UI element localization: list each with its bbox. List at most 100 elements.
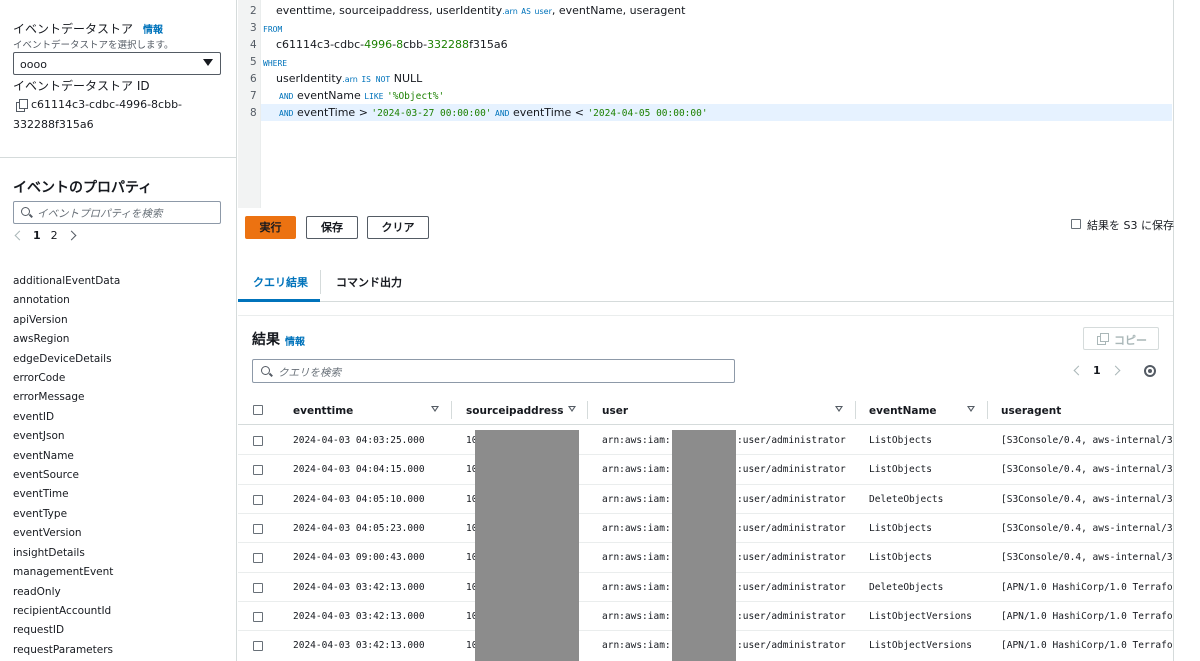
- tab-query-results[interactable]: クエリ結果: [253, 274, 308, 290]
- cell-useragent: [APN/1.0 HashiCorp/1.0 Terraform: [1001, 582, 1173, 593]
- datastore-select-value: oooo: [20, 58, 47, 71]
- datastore-id-label: イベントデータストア ID: [13, 79, 150, 93]
- select-all-checkbox[interactable]: [253, 405, 263, 415]
- chevron-left-icon[interactable]: [14, 230, 25, 241]
- sort-icon[interactable]: [967, 406, 975, 412]
- line-number: 6: [250, 73, 257, 85]
- line-number: 3: [250, 22, 257, 34]
- cell-user-prefix: arn:aws:iam::: [602, 611, 677, 622]
- cell-eventtime: 2024-04-03 04:05:23.000: [293, 523, 425, 534]
- settings-gear-icon[interactable]: [1144, 365, 1156, 377]
- property-item[interactable]: additionalEventData: [13, 272, 120, 291]
- cell-useragent: [S3Console/0.4, aws-internal/3 aw: [1001, 523, 1173, 534]
- copy-icon[interactable]: [16, 99, 28, 112]
- datastore-id-value-cont: 332288f315a6: [13, 118, 94, 131]
- property-item[interactable]: eventID: [13, 408, 120, 427]
- row-checkbox[interactable]: [253, 524, 263, 534]
- property-item[interactable]: eventSource: [13, 466, 120, 485]
- page-2[interactable]: 2: [51, 229, 58, 242]
- code-line-3: FROM: [263, 25, 283, 34]
- tab-separator: [320, 270, 321, 294]
- properties-list: additionalEventData annotation apiVersion a…: [13, 272, 120, 660]
- property-item[interactable]: recipientAccountId: [13, 602, 120, 621]
- property-item[interactable]: annotation: [13, 291, 120, 310]
- save-button[interactable]: 保存: [306, 216, 358, 239]
- property-item[interactable]: edgeDeviceDetails: [13, 350, 120, 369]
- current-page[interactable]: 1: [1093, 364, 1101, 377]
- column-divider[interactable]: [587, 401, 588, 419]
- query-editor[interactable]: 2 eventtime, sourceipaddress, userIdenti…: [238, 0, 1175, 208]
- cell-eventtime: 2024-04-03 04:04:15.000: [293, 464, 425, 475]
- chevron-right-icon[interactable]: [1110, 365, 1121, 376]
- property-item[interactable]: requestID: [13, 621, 120, 640]
- cell-user-suffix: :user/administrator: [737, 582, 846, 593]
- column-divider[interactable]: [987, 401, 988, 419]
- sort-icon[interactable]: [568, 406, 576, 412]
- copy-button[interactable]: コピー: [1083, 327, 1159, 350]
- properties-search-placeholder: イベントプロパティを検索: [37, 208, 163, 220]
- tabs-border: [238, 301, 1173, 302]
- column-useragent[interactable]: useragent: [1001, 405, 1061, 417]
- cell-user-suffix: :user/administrator: [737, 494, 846, 505]
- search-icon: [21, 207, 30, 216]
- cell-user-suffix: :user/administrator: [737, 523, 846, 534]
- code-line-7: AND eventName LIKE '%Object%': [279, 89, 445, 102]
- results-pagination: 1: [1073, 364, 1121, 377]
- cell-eventname: ListObjectVersions: [869, 640, 972, 651]
- row-checkbox[interactable]: [253, 583, 263, 593]
- property-item[interactable]: managementEvent: [13, 563, 120, 582]
- cell-user-prefix: arn:aws:iam::: [602, 464, 677, 475]
- row-checkbox[interactable]: [253, 641, 263, 651]
- property-item[interactable]: readOnly: [13, 583, 120, 602]
- property-item[interactable]: eventTime: [13, 485, 120, 504]
- results-search-input[interactable]: クエリを検索: [252, 359, 735, 383]
- property-item[interactable]: eventVersion: [13, 524, 120, 543]
- datastore-label-text: イベントデータストア: [13, 22, 134, 36]
- sort-icon[interactable]: [835, 406, 843, 412]
- row-checkbox[interactable]: [253, 612, 263, 622]
- code-line-2: eventtime, sourceipaddress, userIdentity…: [276, 4, 686, 17]
- cell-eventname: ListObjectVersions: [869, 611, 972, 622]
- cell-eventtime: 2024-04-03 04:03:25.000: [293, 435, 425, 446]
- row-checkbox[interactable]: [253, 553, 263, 563]
- property-item[interactable]: eventType: [13, 505, 120, 524]
- results-title: 結果: [252, 332, 280, 348]
- row-checkbox[interactable]: [253, 436, 263, 446]
- cell-eventname: DeleteObjects: [869, 582, 944, 593]
- property-item[interactable]: eventName: [13, 447, 120, 466]
- property-item[interactable]: eventJson: [13, 427, 120, 446]
- column-eventtime[interactable]: eventtime: [293, 405, 353, 417]
- page-1[interactable]: 1: [33, 229, 41, 242]
- property-item[interactable]: requestParameters: [13, 641, 120, 660]
- clear-button[interactable]: クリア: [367, 216, 429, 239]
- datastore-select[interactable]: oooo: [13, 52, 221, 75]
- column-divider[interactable]: [451, 401, 452, 419]
- sort-icon[interactable]: [431, 406, 439, 412]
- property-item[interactable]: apiVersion: [13, 311, 120, 330]
- results-info-link[interactable]: 情報: [285, 333, 305, 348]
- row-checkbox[interactable]: [253, 465, 263, 475]
- properties-search-input[interactable]: イベントプロパティを検索: [13, 201, 221, 224]
- right-panel-edge: [1173, 0, 1200, 661]
- cell-user-suffix: :user/administrator: [737, 435, 846, 446]
- datastore-info-link[interactable]: 情報: [143, 25, 163, 36]
- column-eventname[interactable]: eventName: [869, 405, 937, 417]
- column-divider[interactable]: [855, 401, 856, 419]
- chevron-left-icon[interactable]: [1073, 365, 1084, 376]
- property-item[interactable]: errorMessage: [13, 388, 120, 407]
- property-item[interactable]: insightDetails: [13, 544, 120, 563]
- cell-eventtime: 2024-04-03 03:42:13.000: [293, 640, 425, 651]
- line-number: 5: [250, 56, 257, 68]
- sidebar: イベントデータストア 情報 イベントデータストアを選択します。 oooo イベント…: [0, 0, 237, 661]
- property-item[interactable]: awsRegion: [13, 330, 120, 349]
- copy-button-label: コピー: [1114, 334, 1147, 347]
- property-item[interactable]: errorCode: [13, 369, 120, 388]
- row-checkbox[interactable]: [253, 495, 263, 505]
- column-sourceipaddress[interactable]: sourceipaddress: [466, 405, 564, 417]
- column-user[interactable]: user: [602, 405, 628, 417]
- save-to-s3-checkbox[interactable]: [1071, 219, 1081, 229]
- chevron-right-icon[interactable]: [66, 230, 77, 241]
- run-button[interactable]: 実行: [245, 216, 296, 239]
- tab-command-output[interactable]: コマンド出力: [336, 274, 402, 290]
- cell-eventname: ListObjects: [869, 552, 932, 563]
